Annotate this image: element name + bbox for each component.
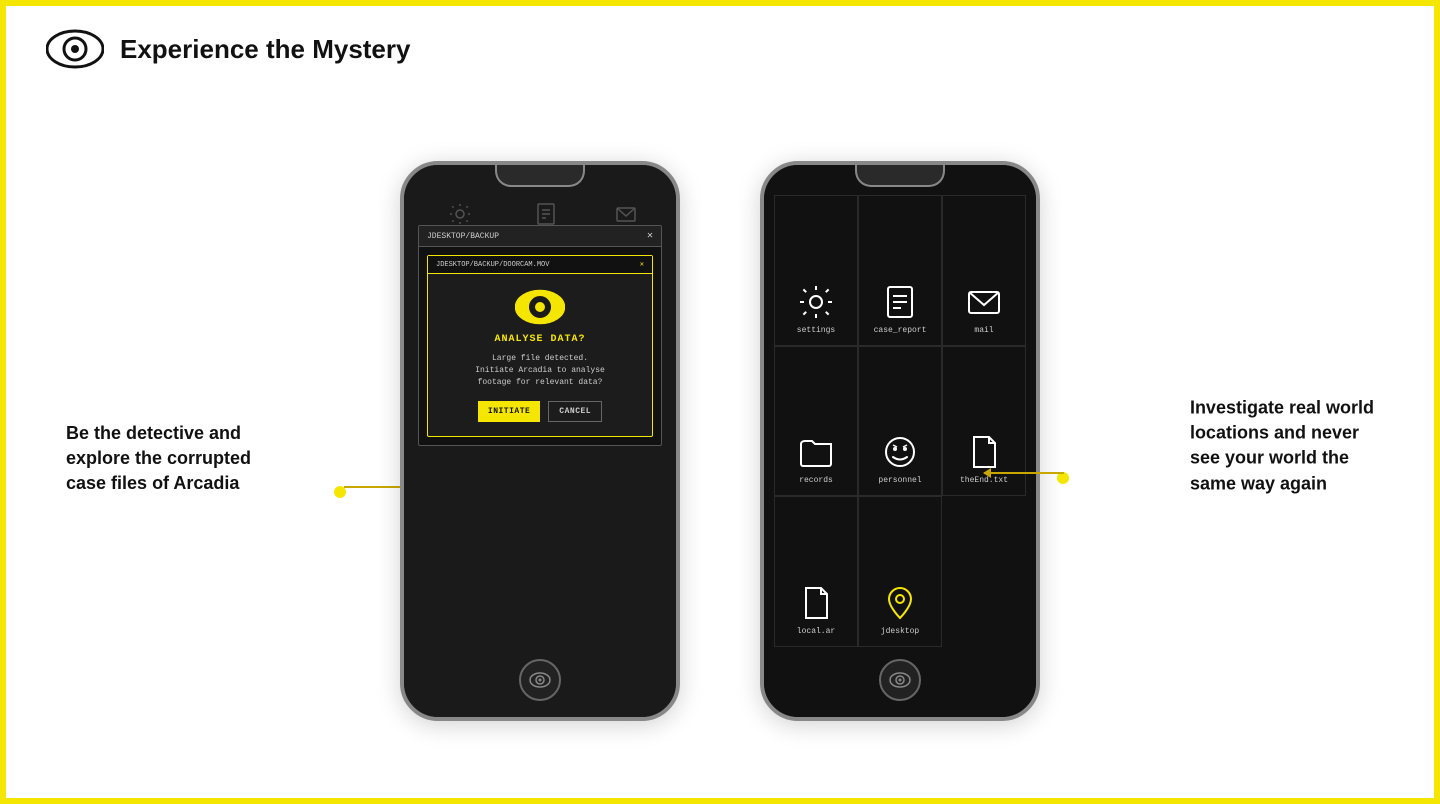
header: Experience the Mystery xyxy=(6,6,1434,80)
page-title: Experience the Mystery xyxy=(120,34,410,65)
phone-1-screen: settings case_report m xyxy=(404,165,676,717)
analyse-desc: Large file detected.Initiate Arcadia to … xyxy=(475,353,605,389)
phone1-modal-titlebar: JDESKTOP/BACKUP ✕ xyxy=(419,226,661,247)
phone1-inner-modal: JDESKTOP/BACKUP/DOORCAM.MOV ✕ ANALYSE DA… xyxy=(427,255,653,437)
phone2-local-ar[interactable]: local.ar xyxy=(774,496,858,647)
phone-1-notch xyxy=(495,165,585,187)
phone2-settings[interactable]: settings xyxy=(774,195,858,346)
phone-2-home-button[interactable] xyxy=(879,659,921,701)
phone1-inner-content: ANALYSE DATA? Large file detected.Initia… xyxy=(428,274,652,436)
modal-buttons: INITIATE CANCEL xyxy=(478,401,602,422)
annotation-right: Investigate real world locations and nev… xyxy=(1190,396,1374,497)
eye-icon xyxy=(46,28,104,70)
phone2-mail[interactable]: mail xyxy=(942,195,1026,346)
phone2-records[interactable]: records xyxy=(774,346,858,497)
main-content: Be the detective and explore the corrupt… xyxy=(6,80,1434,792)
phone-2-grid: settings case_report xyxy=(764,195,1036,647)
phone2-case-report[interactable]: case_report xyxy=(858,195,942,346)
annotation-left: Be the detective and explore the corrupt… xyxy=(66,421,251,497)
phone-2-notch xyxy=(855,165,945,187)
initiate-button[interactable]: INITIATE xyxy=(478,401,540,422)
modal-close-icon[interactable]: ✕ xyxy=(647,230,653,242)
phone1-modal: JDESKTOP/BACKUP ✕ JDESKTOP/BACKUP/DOORCA… xyxy=(418,225,662,446)
analyse-title: ANALYSE DATA? xyxy=(494,334,585,345)
phone2-jdesktop[interactable]: jdesktop xyxy=(858,496,942,647)
inner-modal-close-icon[interactable]: ✕ xyxy=(640,260,644,269)
phone1-inner-titlebar: JDESKTOP/BACKUP/DOORCAM.MOV ✕ xyxy=(428,256,652,274)
phone-2: settings case_report xyxy=(760,161,1040,721)
phone-1-home-button[interactable] xyxy=(519,659,561,701)
phone-1: settings case_report m xyxy=(400,161,680,721)
cancel-button[interactable]: CANCEL xyxy=(548,401,602,422)
arrow-right xyxy=(984,472,1064,474)
eye-yellow-icon xyxy=(515,288,565,326)
phone2-personnel[interactable]: personnel xyxy=(858,346,942,497)
phone-2-screen: settings case_report xyxy=(764,165,1036,717)
